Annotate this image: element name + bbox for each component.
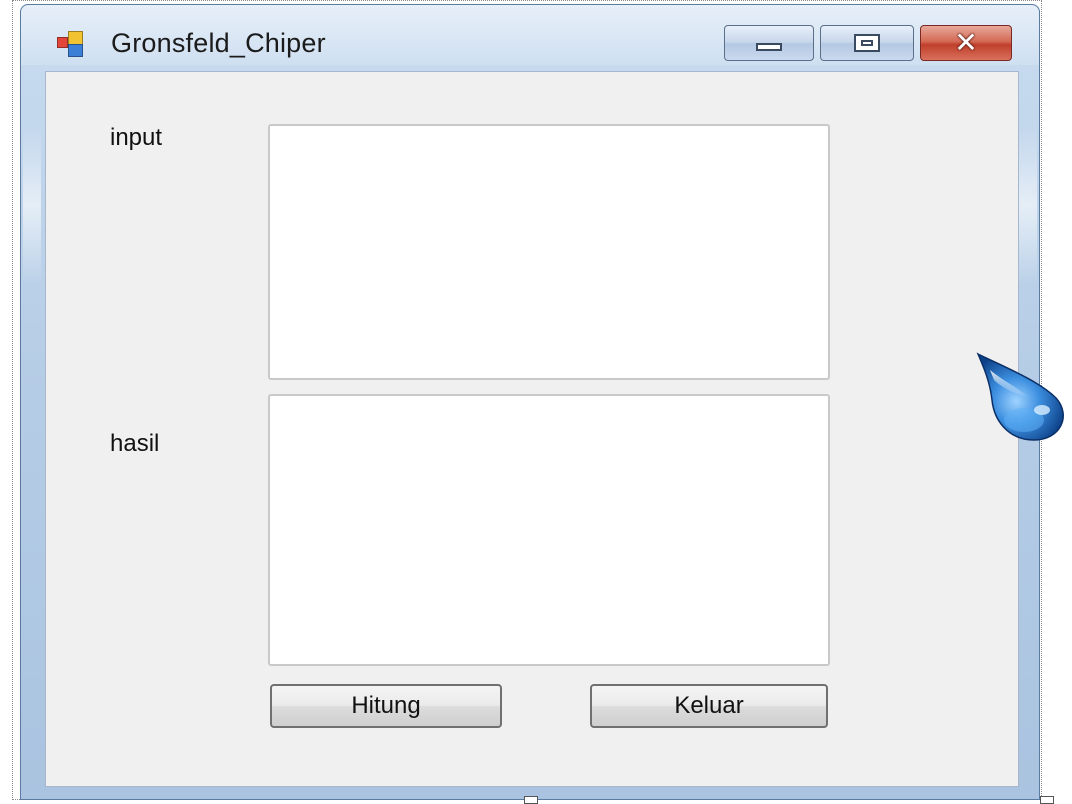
frame-glow-right	[1019, 125, 1037, 285]
result-textbox[interactable]	[268, 394, 830, 666]
input-textbox[interactable]	[268, 124, 830, 380]
input-label: input	[110, 124, 163, 151]
close-icon: ✕	[954, 26, 978, 59]
designer-surface: Gronsfeld_Chiper ✕ input hasil Hitung Ke…	[0, 0, 1072, 804]
frame-glow-left	[23, 125, 41, 285]
maximize-button[interactable]	[820, 25, 914, 61]
form-window: Gronsfeld_Chiper ✕ input hasil Hitung Ke…	[20, 4, 1040, 800]
resize-handle-bottom-right[interactable]	[1040, 796, 1054, 804]
calculate-button[interactable]: Hitung	[270, 684, 502, 728]
exit-button[interactable]: Keluar	[590, 684, 828, 728]
close-button[interactable]: ✕	[920, 25, 1012, 61]
minimize-button[interactable]	[724, 25, 814, 61]
window-title: Gronsfeld_Chiper	[111, 28, 326, 58]
resize-handle-bottom[interactable]	[524, 796, 538, 804]
form-client-area: input hasil Hitung Keluar	[45, 71, 1019, 787]
minimize-icon	[756, 43, 782, 51]
app-icon	[55, 31, 87, 57]
result-label: hasil	[110, 430, 160, 457]
water-drop-icon	[976, 352, 1064, 441]
maximize-icon	[854, 34, 880, 52]
